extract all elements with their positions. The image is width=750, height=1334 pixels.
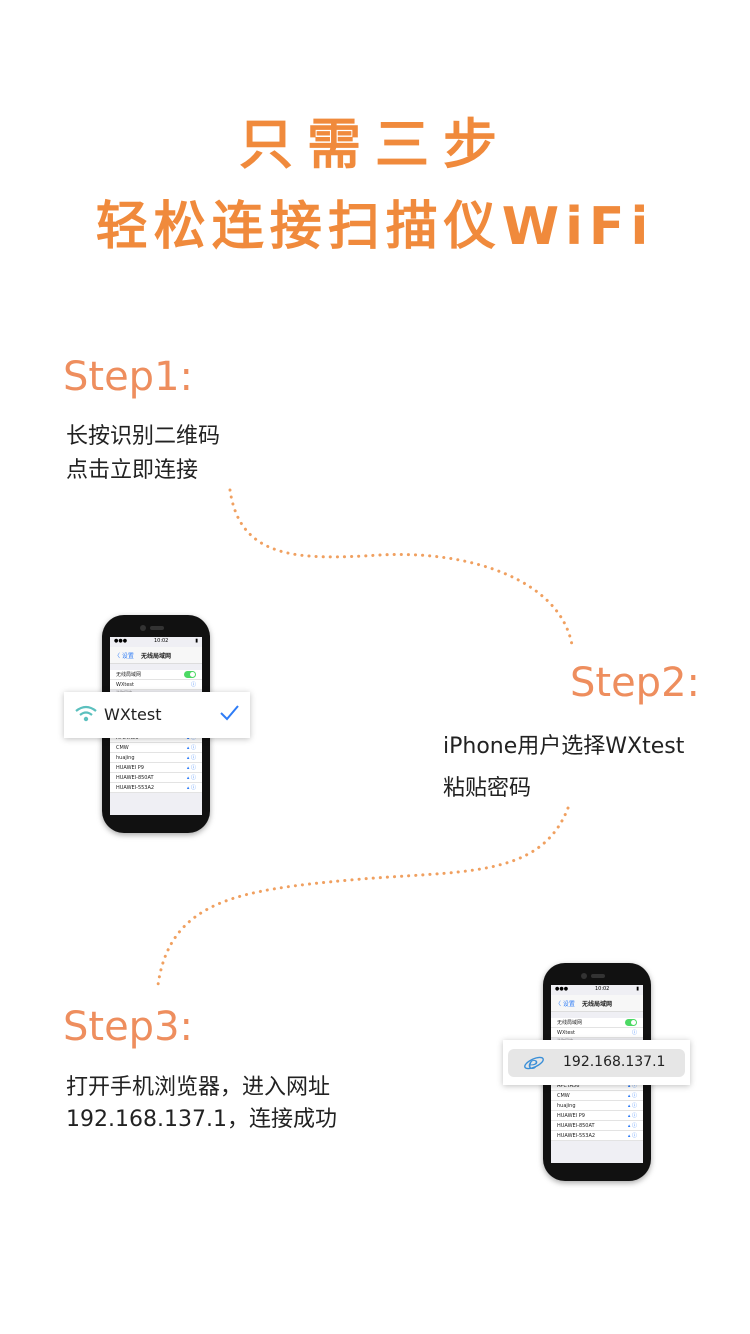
network-row[interactable]: CMW ▴ ⓘ <box>551 1091 643 1101</box>
step2-line1: iPhone用户选择WXtest <box>443 734 685 759</box>
wifi-toggle-row[interactable]: 无线局域网 <box>110 670 202 680</box>
wifi-selection-card[interactable]: WXtest <box>64 692 250 738</box>
info-icon[interactable]: ⓘ <box>632 1029 637 1036</box>
back-button[interactable]: 〈 设置 <box>555 999 575 1008</box>
step3-label: Step3: <box>63 1004 193 1050</box>
browser-url-card[interactable]: e 192.168.137.1 <box>503 1040 690 1085</box>
nav-bar: 〈 设置 无线局域网 <box>551 995 643 1012</box>
url-text: 192.168.137.1 <box>563 1054 666 1070</box>
wifi-icon <box>74 704 98 728</box>
network-row[interactable]: HUAWEI-553A2 ▴ ⓘ <box>551 1131 643 1141</box>
status-bar: ●●● 10:02 ▮ <box>114 638 198 644</box>
wifi-toggle[interactable] <box>625 1019 637 1026</box>
back-button[interactable]: 〈 设置 <box>114 651 134 660</box>
connected-network-row[interactable]: WXtest ⓘ <box>110 680 202 690</box>
wifi-ssid: WXtest <box>104 705 162 724</box>
network-row[interactable]: HUAWEI-850AT ▴ ⓘ <box>551 1121 643 1131</box>
svg-text:e: e <box>528 1054 538 1073</box>
address-bar[interactable]: e 192.168.137.1 <box>508 1049 685 1077</box>
step2-label: Step2: <box>570 660 700 706</box>
connected-network-row[interactable]: WXtest ⓘ <box>551 1028 643 1038</box>
step3-description: 打开手机浏览器，进入网址 192.168.137.1，连接成功 <box>66 1072 337 1136</box>
step3-line1: 打开手机浏览器，进入网址 <box>66 1075 331 1100</box>
step2-description: iPhone用户选择WXtest 粘贴密码 <box>443 726 684 810</box>
step1-line1: 长按识别二维码 <box>66 424 221 449</box>
network-row[interactable]: huajing ▴ ⓘ <box>110 753 202 763</box>
camera-icon <box>581 973 587 979</box>
step1-label: Step1: <box>63 354 193 400</box>
speaker-grille <box>150 626 164 630</box>
step3-line2: 192.168.137.1，连接成功 <box>66 1107 337 1132</box>
browser-icon: e <box>523 1053 545 1077</box>
wifi-toggle[interactable] <box>184 671 196 678</box>
step1-line2: 点击立即连接 <box>66 458 199 483</box>
checkmark-icon <box>218 702 240 728</box>
nav-bar: 〈 设置 无线局域网 <box>110 647 202 664</box>
status-bar: ●●● 10:02 ▮ <box>555 986 639 992</box>
wifi-toggle-row[interactable]: 无线局域网 <box>551 1018 643 1028</box>
camera-icon <box>140 625 146 631</box>
network-row[interactable]: HUAWEI P9 ▴ ⓘ <box>551 1111 643 1121</box>
network-row[interactable]: HUAWEI-850AT ▴ ⓘ <box>110 773 202 783</box>
network-row[interactable]: CMW ▴ ⓘ <box>110 743 202 753</box>
network-row[interactable]: HUAWEI P9 ▴ ⓘ <box>110 763 202 773</box>
network-row[interactable]: HUAWEI-553A2 ▴ ⓘ <box>110 783 202 793</box>
step2-line2: 粘贴密码 <box>443 776 532 801</box>
speaker-grille <box>591 974 605 978</box>
network-row[interactable]: huajing ▴ ⓘ <box>551 1101 643 1111</box>
info-icon[interactable]: ⓘ <box>191 681 196 688</box>
step1-description: 长按识别二维码 点击立即连接 <box>66 420 220 488</box>
